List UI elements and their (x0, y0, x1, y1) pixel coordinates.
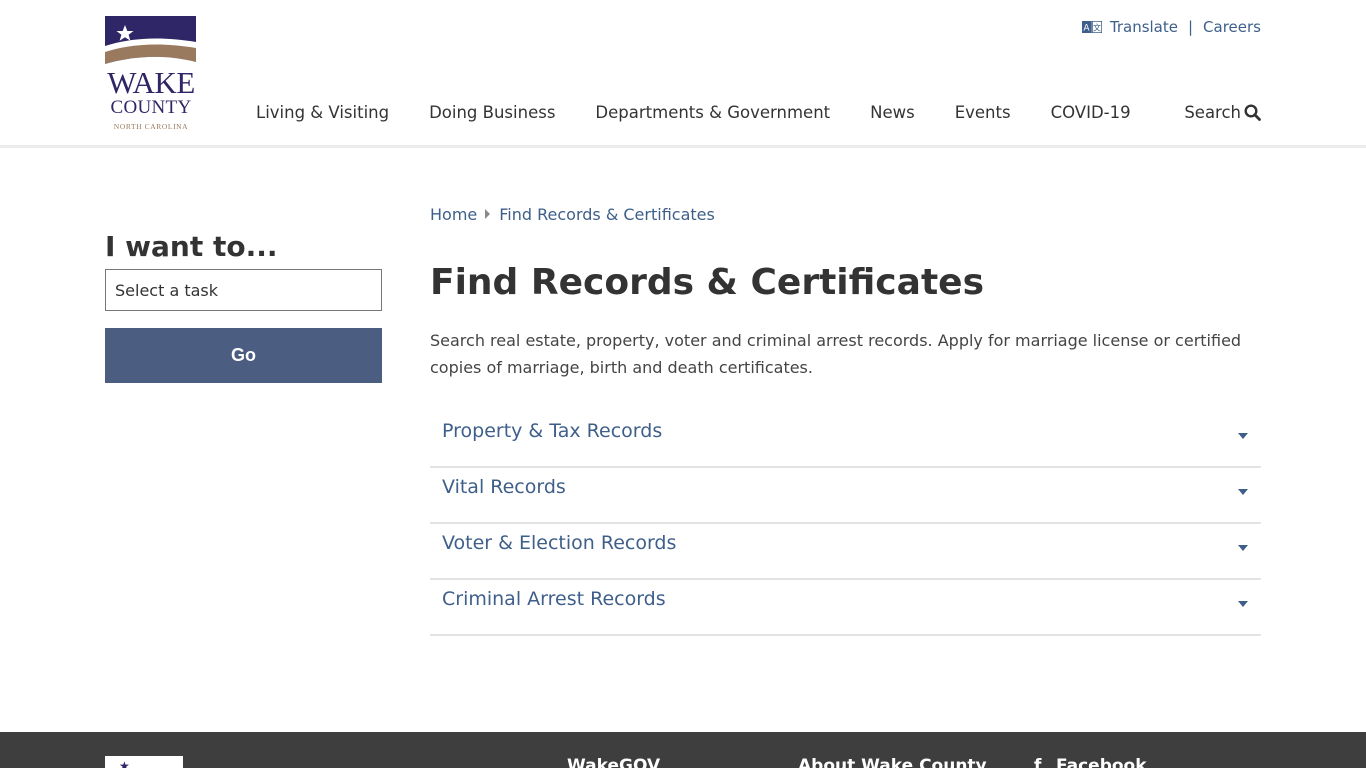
breadcrumb-caret-icon (485, 209, 491, 219)
breadcrumb-home[interactable]: Home (430, 205, 477, 224)
wake-county-logo[interactable]: WAKE COUNTY NORTH CAROLINA (105, 16, 197, 132)
nav-search-label: Search (1184, 102, 1241, 122)
accordion-property-tax[interactable]: Property & Tax Records (430, 412, 1261, 468)
chevron-down-icon (1238, 601, 1248, 607)
accordion-label: Criminal Arrest Records (442, 588, 666, 610)
go-button[interactable]: Go (105, 328, 382, 383)
nav-departments-government[interactable]: Departments & Government (595, 103, 830, 122)
nav-search-button[interactable]: Search (1184, 100, 1261, 124)
svg-text:A: A (1083, 24, 1090, 34)
translate-link[interactable]: Translate (1110, 18, 1178, 36)
nav-news[interactable]: News (870, 103, 915, 122)
svg-text:文: 文 (1093, 23, 1101, 33)
footer-logo[interactable]: ★ (105, 756, 183, 768)
footer-facebook-link[interactable]: Facebook (1056, 756, 1147, 768)
logo-wake-text: WAKE (107, 65, 195, 100)
breadcrumb: Home Find Records & Certificates (430, 203, 715, 225)
accordion-vital-records[interactable]: Vital Records (430, 468, 1261, 524)
records-accordion: Property & Tax Records Vital Records Vot… (430, 412, 1261, 636)
footer-about-heading[interactable]: About Wake County (798, 756, 987, 768)
i-want-to-heading: I want to... (105, 230, 278, 263)
nav-covid-19[interactable]: COVID-19 (1051, 103, 1131, 122)
nav-doing-business[interactable]: Doing Business (429, 103, 555, 122)
accordion-criminal-arrest[interactable]: Criminal Arrest Records (430, 580, 1261, 636)
chevron-down-icon (1238, 433, 1248, 439)
search-icon (1244, 103, 1261, 121)
main-nav: Living & Visiting Doing Business Departm… (256, 100, 1131, 124)
nav-events[interactable]: Events (955, 103, 1011, 122)
translate-icon: A 文 (1081, 21, 1102, 34)
chevron-down-icon (1238, 545, 1248, 551)
page-title: Find Records & Certificates (430, 262, 984, 303)
page-intro: Search real estate, property, voter and … (430, 331, 1242, 377)
accordion-label: Vital Records (442, 476, 566, 498)
breadcrumb-current[interactable]: Find Records & Certificates (499, 205, 715, 224)
chevron-down-icon (1238, 489, 1248, 495)
star-icon: ★ (119, 759, 130, 768)
utility-links: A 文 Translate | Careers (1081, 17, 1261, 37)
facebook-icon[interactable]: f (1034, 756, 1041, 768)
accordion-label: Voter & Election Records (442, 532, 677, 554)
site-footer: ★ WakeGOV About Wake County f Facebook (0, 732, 1366, 768)
nav-living-visiting[interactable]: Living & Visiting (256, 103, 389, 122)
logo-county-text: COUNTY (110, 97, 192, 118)
logo-state-text: NORTH CAROLINA (113, 122, 189, 131)
accordion-label: Property & Tax Records (442, 420, 663, 442)
accordion-voter-election[interactable]: Voter & Election Records (430, 524, 1261, 580)
careers-link[interactable]: Careers (1203, 18, 1261, 36)
utility-separator: | (1187, 18, 1194, 36)
task-select[interactable]: Select a task (105, 269, 382, 311)
footer-wakegov-heading[interactable]: WakeGOV (567, 756, 660, 768)
site-header: WAKE COUNTY NORTH CAROLINA A 文 Translate… (0, 0, 1366, 148)
